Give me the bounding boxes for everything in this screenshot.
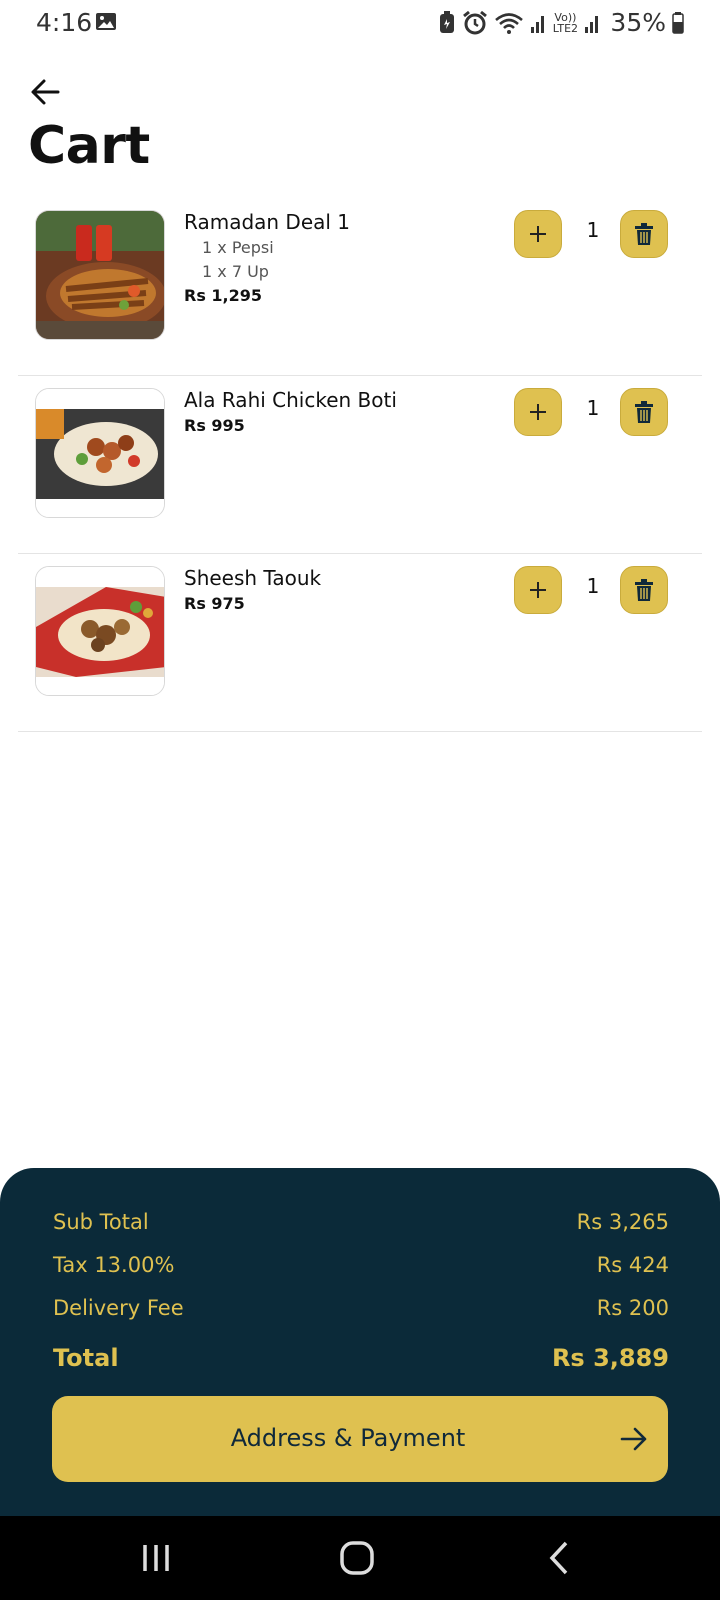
delete-item-button[interactable]	[620, 566, 668, 614]
total-row: Total Rs 3,889	[53, 1344, 669, 1372]
item-quantity: 1	[586, 574, 600, 598]
trash-icon	[635, 579, 653, 601]
order-summary-panel: Sub Total Rs 3,265 Tax 13.00% Rs 424 Del…	[0, 1168, 720, 1516]
page-title: Cart	[28, 116, 150, 176]
status-bar: 4:16 Vo)) LTE2 35%	[0, 0, 720, 46]
plus-icon	[530, 582, 546, 598]
address-payment-button[interactable]: Address & Payment	[52, 1396, 668, 1482]
address-payment-label: Address & Payment	[230, 1424, 466, 1452]
trash-icon	[635, 401, 653, 423]
tax-value: Rs 424	[596, 1253, 669, 1277]
item-image	[35, 210, 165, 340]
subtotal-row: Sub Total Rs 3,265	[53, 1210, 669, 1234]
item-quantity: 1	[586, 396, 600, 420]
alarm-icon	[463, 10, 488, 34]
wifi-icon	[495, 12, 524, 34]
item-name: Sheesh Taouk	[184, 566, 322, 590]
delete-item-button[interactable]	[620, 210, 668, 258]
system-nav-bar	[0, 1516, 720, 1600]
network-label: Vo)) LTE2	[552, 10, 579, 35]
back-arrow-icon[interactable]	[30, 78, 60, 106]
plus-icon	[530, 404, 546, 420]
trash-icon	[635, 223, 653, 245]
cart-item: Sheesh Taouk Rs 975 1	[18, 554, 702, 732]
item-name: Ala Rahi Chicken Boti	[184, 388, 397, 412]
signal-2-icon	[585, 15, 599, 33]
battery-percent: 35%	[610, 8, 666, 37]
status-icons: Vo)) LTE2 35%	[438, 8, 684, 37]
back-chevron-icon[interactable]	[540, 1538, 580, 1578]
item-quantity: 1	[586, 218, 600, 242]
arrow-right-icon	[620, 1427, 647, 1451]
item-price: Rs 975	[184, 594, 245, 613]
battery-icon	[672, 11, 684, 34]
subtotal-label: Sub Total	[53, 1210, 149, 1234]
increase-quantity-button[interactable]	[514, 566, 562, 614]
item-addon: 1 x 7 Up	[202, 262, 269, 281]
item-addon: 1 x Pepsi	[202, 238, 274, 257]
item-image	[35, 388, 165, 518]
cart-item: Ramadan Deal 1 1 x Pepsi 1 x 7 Up Rs 1,2…	[18, 198, 702, 376]
recents-icon[interactable]	[136, 1538, 176, 1578]
tax-label: Tax 13.00%	[53, 1253, 175, 1277]
delivery-fee-value: Rs 200	[596, 1296, 669, 1320]
gallery-icon	[96, 13, 116, 30]
item-image	[35, 566, 165, 696]
total-value: Rs 3,889	[551, 1344, 669, 1372]
home-icon[interactable]	[337, 1538, 377, 1578]
delivery-fee-row: Delivery Fee Rs 200	[53, 1296, 669, 1320]
increase-quantity-button[interactable]	[514, 388, 562, 436]
plus-icon	[530, 226, 546, 242]
signal-icon	[531, 15, 545, 33]
item-name: Ramadan Deal 1	[184, 210, 351, 234]
delivery-fee-label: Delivery Fee	[53, 1296, 184, 1320]
status-time: 4:16	[36, 8, 93, 37]
tax-row: Tax 13.00% Rs 424	[53, 1253, 669, 1277]
cart-item: Ala Rahi Chicken Boti Rs 995 1	[18, 376, 702, 554]
subtotal-value: Rs 3,265	[576, 1210, 669, 1234]
delete-item-button[interactable]	[620, 388, 668, 436]
item-price: Rs 1,295	[184, 286, 263, 305]
increase-quantity-button[interactable]	[514, 210, 562, 258]
battery-saver-icon	[440, 10, 455, 33]
total-label: Total	[53, 1344, 119, 1372]
item-price: Rs 995	[184, 416, 245, 435]
